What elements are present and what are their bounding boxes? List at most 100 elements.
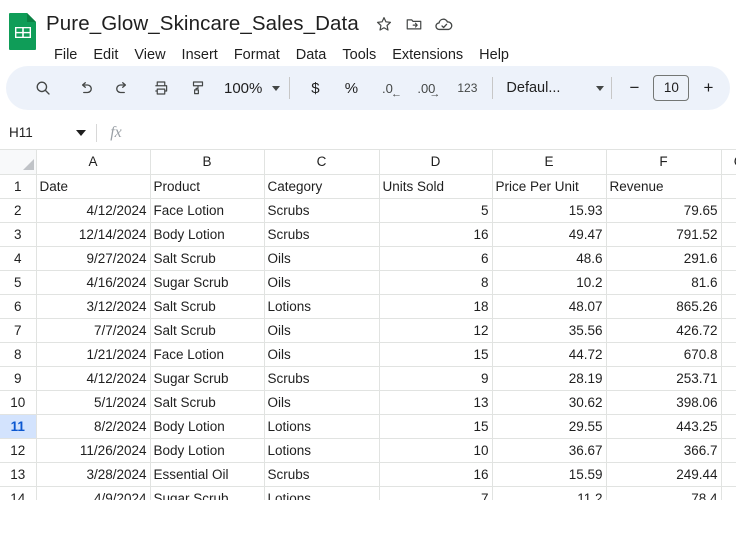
- cell-f8[interactable]: 670.8: [606, 342, 722, 367]
- cell-d14[interactable]: 7: [379, 486, 493, 500]
- table-row[interactable]: 8 1/21/2024 Face Lotion Oils 15 44.72 67…: [0, 342, 736, 367]
- star-icon[interactable]: [371, 11, 397, 37]
- cell-f4[interactable]: 291.6: [606, 246, 722, 271]
- row-header-4[interactable]: 4: [0, 246, 37, 271]
- cell-d11[interactable]: 15: [379, 414, 493, 439]
- menu-item-view[interactable]: View: [126, 44, 173, 66]
- cell-b14[interactable]: Sugar Scrub: [150, 486, 265, 500]
- row-header-3[interactable]: 3: [0, 222, 37, 247]
- cloud-saved-icon[interactable]: [431, 11, 457, 37]
- cell-c7[interactable]: Oils: [264, 318, 380, 343]
- cell-c9[interactable]: Scrubs: [264, 366, 380, 391]
- cell-c8[interactable]: Oils: [264, 342, 380, 367]
- cell-c13[interactable]: Scrubs: [264, 462, 380, 487]
- paint-format-icon[interactable]: [183, 73, 213, 103]
- table-row[interactable]: 5 4/16/2024 Sugar Scrub Oils 8 10.2 81.6: [0, 270, 736, 295]
- search-icon[interactable]: [28, 73, 58, 103]
- menu-item-data[interactable]: Data: [288, 44, 335, 66]
- row-header-12[interactable]: 12: [0, 438, 37, 463]
- cell-b1[interactable]: Product: [150, 174, 265, 199]
- cell-a9[interactable]: 4/12/2024: [36, 366, 151, 391]
- cell-c14[interactable]: Lotions: [264, 486, 380, 500]
- cell-g4[interactable]: [721, 246, 736, 271]
- cell-d3[interactable]: 16: [379, 222, 493, 247]
- cell-g10[interactable]: [721, 390, 736, 415]
- cell-a13[interactable]: 3/28/2024: [36, 462, 151, 487]
- cell-e13[interactable]: 15.59: [492, 462, 607, 487]
- table-row[interactable]: 11 8/2/2024 Body Lotion Lotions 15 29.55…: [0, 414, 736, 439]
- menu-item-edit[interactable]: Edit: [85, 44, 126, 66]
- cell-f3[interactable]: 791.52: [606, 222, 722, 247]
- cell-a8[interactable]: 1/21/2024: [36, 342, 151, 367]
- cell-c10[interactable]: Oils: [264, 390, 380, 415]
- cell-c2[interactable]: Scrubs: [264, 198, 380, 223]
- column-header-d[interactable]: D: [379, 150, 493, 175]
- column-header-c[interactable]: C: [264, 150, 380, 175]
- cell-g12[interactable]: [721, 438, 736, 463]
- cell-b7[interactable]: Salt Scrub: [150, 318, 265, 343]
- row-header-9[interactable]: 9: [0, 366, 37, 391]
- cell-d9[interactable]: 9: [379, 366, 493, 391]
- zoom-control[interactable]: 100%: [222, 80, 281, 97]
- percent-format-button[interactable]: %: [336, 73, 366, 103]
- cell-b10[interactable]: Salt Scrub: [150, 390, 265, 415]
- move-to-folder-icon[interactable]: [401, 11, 427, 37]
- cell-b11[interactable]: Body Lotion: [150, 414, 265, 439]
- cell-c5[interactable]: Oils: [264, 270, 380, 295]
- cell-b3[interactable]: Body Lotion: [150, 222, 265, 247]
- menu-item-file[interactable]: File: [46, 44, 85, 66]
- cell-f13[interactable]: 249.44: [606, 462, 722, 487]
- cell-b5[interactable]: Sugar Scrub: [150, 270, 265, 295]
- column-header-g[interactable]: G: [721, 150, 736, 175]
- table-row[interactable]: 3 12/14/2024 Body Lotion Scrubs 16 49.47…: [0, 222, 736, 247]
- cell-c4[interactable]: Oils: [264, 246, 380, 271]
- menu-item-help[interactable]: Help: [471, 44, 517, 66]
- cell-g14[interactable]: [721, 486, 736, 500]
- cell-b13[interactable]: Essential Oil: [150, 462, 265, 487]
- cell-e7[interactable]: 35.56: [492, 318, 607, 343]
- cell-a6[interactable]: 3/12/2024: [36, 294, 151, 319]
- cell-b12[interactable]: Body Lotion: [150, 438, 265, 463]
- table-row[interactable]: 9 4/12/2024 Sugar Scrub Scrubs 9 28.19 2…: [0, 366, 736, 391]
- row-header-2[interactable]: 2: [0, 198, 37, 223]
- cell-c6[interactable]: Lotions: [264, 294, 380, 319]
- menu-item-extensions[interactable]: Extensions: [384, 44, 471, 66]
- cell-e2[interactable]: 15.93: [492, 198, 607, 223]
- cell-f7[interactable]: 426.72: [606, 318, 722, 343]
- cell-e6[interactable]: 48.07: [492, 294, 607, 319]
- menu-item-format[interactable]: Format: [226, 44, 288, 66]
- cell-a14[interactable]: 4/9/2024: [36, 486, 151, 500]
- row-header-11[interactable]: 11: [0, 414, 37, 439]
- cell-b6[interactable]: Salt Scrub: [150, 294, 265, 319]
- cell-f14[interactable]: 78.4: [606, 486, 722, 500]
- cell-b2[interactable]: Face Lotion: [150, 198, 265, 223]
- cell-b8[interactable]: Face Lotion: [150, 342, 265, 367]
- cell-c12[interactable]: Lotions: [264, 438, 380, 463]
- table-row[interactable]: 6 3/12/2024 Salt Scrub Lotions 18 48.07 …: [0, 294, 736, 319]
- cell-c11[interactable]: Lotions: [264, 414, 380, 439]
- redo-icon[interactable]: [107, 73, 137, 103]
- cell-a1[interactable]: Date: [36, 174, 151, 199]
- table-row[interactable]: 1 Date Product Category Units Sold Price…: [0, 174, 736, 199]
- cell-e4[interactable]: 48.6: [492, 246, 607, 271]
- cell-f5[interactable]: 81.6: [606, 270, 722, 295]
- cell-d10[interactable]: 13: [379, 390, 493, 415]
- decrease-font-size-button[interactable]: −: [619, 73, 649, 103]
- cell-f1[interactable]: Revenue: [606, 174, 722, 199]
- undo-icon[interactable]: [71, 73, 101, 103]
- cell-f10[interactable]: 398.06: [606, 390, 722, 415]
- cell-e8[interactable]: 44.72: [492, 342, 607, 367]
- cell-d5[interactable]: 8: [379, 270, 493, 295]
- cell-d7[interactable]: 12: [379, 318, 493, 343]
- cell-a12[interactable]: 11/26/2024: [36, 438, 151, 463]
- cell-g5[interactable]: [721, 270, 736, 295]
- table-row[interactable]: 7 7/7/2024 Salt Scrub Oils 12 35.56 426.…: [0, 318, 736, 343]
- cell-e10[interactable]: 30.62: [492, 390, 607, 415]
- cell-a7[interactable]: 7/7/2024: [36, 318, 151, 343]
- decrease-decimal-button[interactable]: .0 ←: [372, 73, 402, 103]
- cell-f11[interactable]: 443.25: [606, 414, 722, 439]
- table-row[interactable]: 14 4/9/2024 Sugar Scrub Lotions 7 11.2 7…: [0, 486, 736, 500]
- cell-e11[interactable]: 29.55: [492, 414, 607, 439]
- cell-f2[interactable]: 79.65: [606, 198, 722, 223]
- cell-f9[interactable]: 253.71: [606, 366, 722, 391]
